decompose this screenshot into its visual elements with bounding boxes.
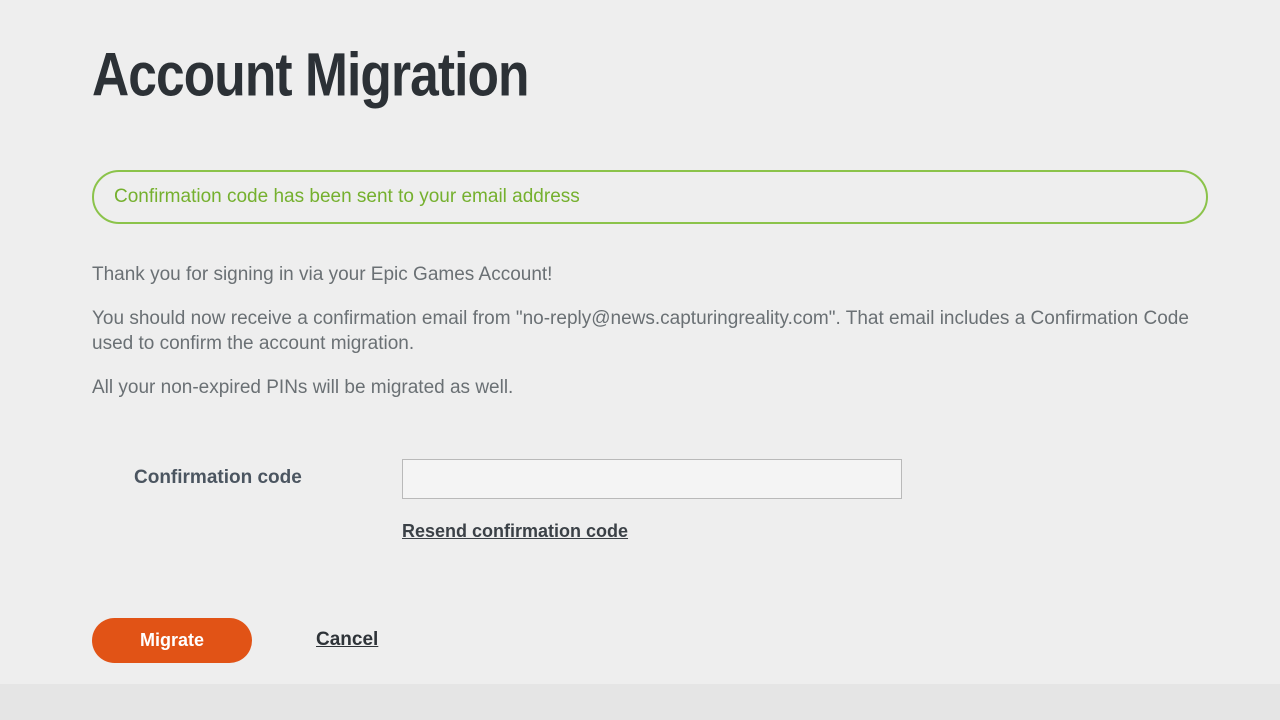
action-row: Migrate Cancel: [92, 618, 1208, 663]
confirmation-code-label: Confirmation code: [92, 459, 402, 489]
migrate-button[interactable]: Migrate: [92, 618, 252, 663]
intro-paragraph-1: Thank you for signing in via your Epic G…: [92, 262, 1208, 288]
resend-confirmation-link[interactable]: Resend confirmation code: [402, 521, 628, 542]
page-title: Account Migration: [92, 44, 1119, 106]
confirmation-field-wrap: Resend confirmation code: [402, 459, 902, 542]
intro-paragraph-2: You should now receive a confirmation em…: [92, 306, 1208, 357]
success-banner: Confirmation code has been sent to your …: [92, 170, 1208, 224]
confirmation-row: Confirmation code Resend confirmation co…: [92, 459, 1208, 542]
footer-strip: [0, 684, 1280, 720]
cancel-link[interactable]: Cancel: [316, 629, 378, 651]
confirmation-code-input[interactable]: [402, 459, 902, 499]
intro-paragraph-3: All your non-expired PINs will be migrat…: [92, 375, 1208, 401]
